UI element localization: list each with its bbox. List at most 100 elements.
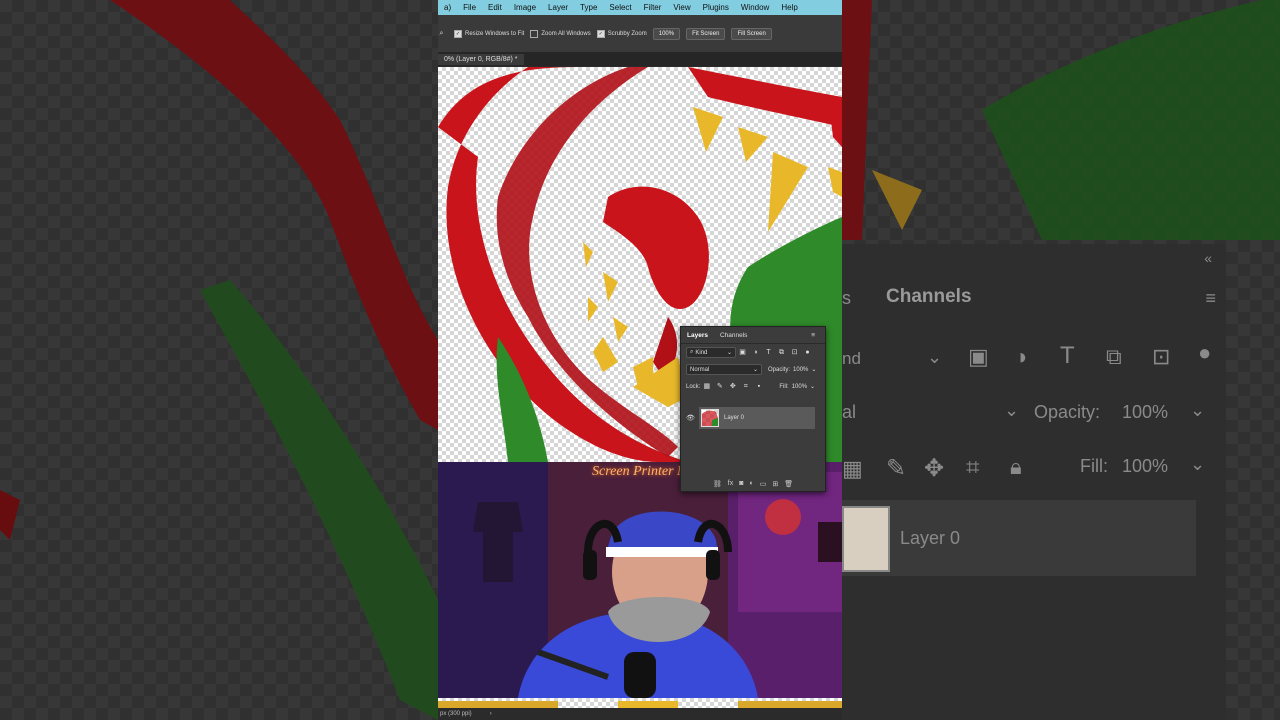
zoom-100-button[interactable]: 100% <box>652 27 681 40</box>
menu-file[interactable]: File <box>457 3 482 12</box>
lock-transparent-icon[interactable]: ▦ <box>703 383 711 390</box>
scrubby-zoom-option[interactable]: ✓ Scrubby Zoom <box>596 29 647 38</box>
menu-select[interactable]: Select <box>603 3 637 12</box>
menu-window[interactable]: Window <box>735 3 775 12</box>
tab-layers[interactable]: Layers <box>681 332 714 339</box>
yellow-shard <box>768 152 808 232</box>
new-group-icon[interactable]: ▭ <box>760 480 767 488</box>
layer-style-icon[interactable]: fx <box>728 480 733 488</box>
menu-filter[interactable]: Filter <box>638 3 668 12</box>
zoomed-filter-image-icon: ▣ <box>968 344 989 369</box>
opacity-value[interactable]: 100% <box>793 367 808 373</box>
webcam-scene <box>438 462 842 698</box>
zoomed-fill-label: Fill: <box>1080 456 1108 476</box>
chevron-down-icon: ⌄ <box>726 350 732 356</box>
chevron-down-icon[interactable]: ⌄ <box>810 383 815 390</box>
menu-help[interactable]: Help <box>775 3 803 12</box>
lock-row: Lock: ▦ ✎ ✥ ⌗ ▪ Fill: 100% ⌄ <box>681 378 825 395</box>
fill-screen-button[interactable]: Fill Screen <box>731 27 772 40</box>
zoomed-opacity-value: 100% <box>1122 402 1169 422</box>
scrubby-zoom-checkbox[interactable]: ✓ <box>596 29 605 38</box>
zoom-tool-icon[interactable]: ⌕ <box>438 30 445 37</box>
zoomed-panel-menu-icon: ≡ <box>1205 288 1216 308</box>
document-tab[interactable]: 0% (Layer 0, RGB/8#) * <box>438 53 524 65</box>
zoomed-brush-icon: ✎ <box>886 455 907 482</box>
zoomed-artboard-icon: ⌗ <box>966 454 980 481</box>
menu-view[interactable]: View <box>667 3 696 12</box>
zoomed-kind: nd <box>842 349 861 368</box>
fit-screen-button[interactable]: Fit Screen <box>686 27 726 40</box>
menu-app[interactable]: a) <box>438 3 457 12</box>
resize-windows-checkbox[interactable]: ✓ <box>454 29 462 38</box>
zoomed-layer-thumbnail <box>842 506 890 572</box>
scrubby-zoom-label: Scrubby Zoom <box>607 30 647 37</box>
filter-kind-select[interactable]: ⌕ Kind ⌄ <box>686 347 736 358</box>
tab-channels[interactable]: Channels <box>714 332 753 339</box>
zoomed-blend: al <box>842 402 857 422</box>
menu-bar: a) File Edit Image Layer Type Select Fil… <box>438 0 842 15</box>
filter-pixel-icon[interactable]: ▣ <box>739 349 746 356</box>
zoomed-chevron-icon: ⌄ <box>927 347 943 367</box>
resize-windows-label: Resize Windows to Fit <box>465 30 525 37</box>
menu-edit[interactable]: Edit <box>482 3 508 12</box>
background-artwork-left <box>0 0 438 720</box>
lock-artboard-icon[interactable]: ⌗ <box>742 383 749 390</box>
zoomed-filter-adjust-icon: ◑ <box>1014 344 1028 369</box>
zoomed-collapse-icon: « <box>1204 250 1212 266</box>
lock-brush-icon[interactable]: ✎ <box>716 383 723 390</box>
yellow-shard <box>693 107 723 152</box>
zoomed-filter-type-icon: T <box>1060 342 1075 369</box>
status-bar: px (300 ppi) › <box>438 708 842 720</box>
opacity-label: Opacity: <box>768 366 791 373</box>
menu-type[interactable]: Type <box>574 3 603 12</box>
options-bar: ⌕ ✓ Resize Windows to Fit Zoom All Windo… <box>438 15 842 52</box>
red-blob <box>603 186 709 309</box>
adjustment-layer-icon[interactable]: ◐ <box>749 480 753 488</box>
fill-value[interactable]: 100% <box>792 384 807 390</box>
resize-windows-option[interactable]: ✓ Resize Windows to Fit <box>454 29 525 38</box>
yellow-shard <box>828 167 842 197</box>
layer-row[interactable]: Layer 0 <box>699 407 815 429</box>
layers-panel: Layers Channels ≡ ⌕ Kind ⌄ ▣ ◑ T ⧉ ⊡ ● N… <box>680 326 826 492</box>
filter-toggle-icon[interactable]: ● <box>804 349 811 356</box>
link-layers-icon[interactable]: ⛓︎ <box>713 480 722 488</box>
zoom-all-checkbox[interactable] <box>530 29 539 38</box>
lock-label: Lock: <box>686 383 701 390</box>
lock-all-icon[interactable]: ▪ <box>755 383 762 390</box>
menu-layer[interactable]: Layer <box>542 3 574 12</box>
menu-image[interactable]: Image <box>508 3 542 12</box>
filter-type-icon[interactable]: T <box>765 349 772 356</box>
panel-menu-icon[interactable]: ≡ <box>805 332 821 339</box>
yellow-shard <box>738 127 768 162</box>
webcam-feed: Screen Printer M <box>438 462 842 698</box>
layers-panel-footer: ⛓︎ fx ◙ ◐ ▭ ⊞ 🗑︎ <box>681 480 825 488</box>
thumbnail-art <box>702 410 718 426</box>
dim-overlay <box>0 0 438 720</box>
canvas-strip <box>438 698 842 711</box>
zoom-all-option[interactable]: Zoom All Windows <box>530 29 591 38</box>
chevron-down-icon: ⌄ <box>752 367 758 373</box>
layer-thumbnail <box>701 409 719 427</box>
blend-mode-select[interactable]: Normal ⌄ <box>686 364 762 375</box>
add-mask-icon[interactable]: ◙ <box>739 480 743 488</box>
visibility-eye-icon[interactable]: 👁︎ <box>686 414 695 422</box>
new-layer-icon[interactable]: ⊞ <box>772 480 778 488</box>
chevron-down-icon[interactable]: ⌄ <box>811 366 816 373</box>
filter-smart-object-icon[interactable]: ⊡ <box>791 349 798 356</box>
lock-move-icon[interactable]: ✥ <box>729 383 736 390</box>
delete-layer-icon[interactable]: 🗑︎ <box>784 480 793 488</box>
blend-row: Normal ⌄ Opacity: 100% ⌄ <box>681 361 825 378</box>
filter-shape-icon[interactable]: ⧉ <box>778 349 785 356</box>
zoomed-filter-smart-icon: ⊡ <box>1152 344 1171 369</box>
zoomed-filter-toggle-icon: ● <box>1198 340 1212 365</box>
menu-plugins[interactable]: Plugins <box>697 3 735 12</box>
zoomed-move-icon: ✥ <box>924 455 945 482</box>
zoomed-lock-pixels-icon: ▦ <box>842 456 863 481</box>
zoomed-layers-panel: s Channels ≡ « nd ⌄ ▣ ◑ T ⧉ ⊡ ● al ⌄ Opa… <box>842 244 1226 720</box>
filter-adjustment-icon[interactable]: ◑ <box>752 349 759 356</box>
zoomed-opacity-label: Opacity: <box>1034 402 1101 422</box>
filter-kind-label: Kind <box>695 349 708 356</box>
search-icon: ⌕ <box>690 349 694 355</box>
status-text: px (300 ppi) <box>440 711 472 717</box>
status-arrow-icon[interactable]: › <box>490 711 492 717</box>
